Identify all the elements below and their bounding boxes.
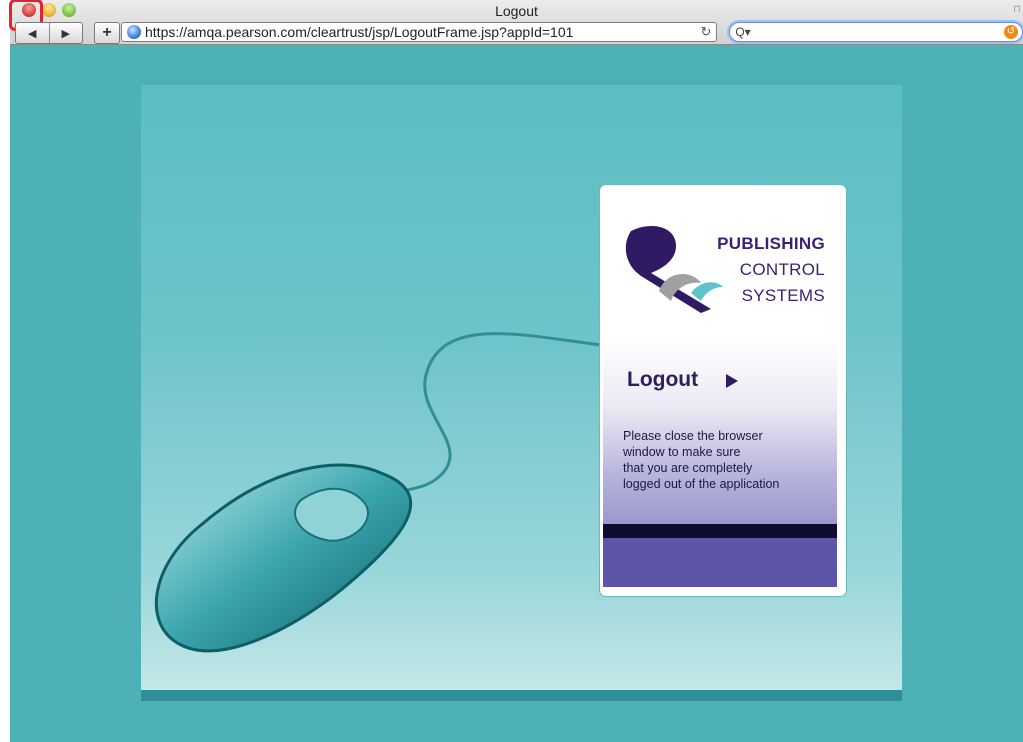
back-button[interactable]: ◀ bbox=[16, 23, 49, 43]
arrow-right-icon bbox=[726, 374, 738, 388]
logout-message: Please close the browser window to make … bbox=[623, 429, 780, 491]
logout-heading: Logout bbox=[627, 368, 699, 391]
address-bar[interactable]: https://amqa.pearson.com/cleartrust/jsp/… bbox=[121, 22, 717, 42]
url-text[interactable]: https://amqa.pearson.com/cleartrust/jsp/… bbox=[145, 24, 696, 40]
splash-panel: PUBLISHING CONTROL SYSTEMS Logout Please… bbox=[141, 85, 902, 690]
page-content: PUBLISHING CONTROL SYSTEMS Logout Please… bbox=[10, 45, 1023, 742]
snapback-icon[interactable]: ↺ bbox=[1004, 25, 1018, 39]
panel-bottom-edge bbox=[141, 690, 902, 701]
search-field[interactable]: Q▾ ↺ bbox=[729, 22, 1023, 42]
card-background: PUBLISHING CONTROL SYSTEMS Logout Please… bbox=[603, 188, 837, 587]
globe-icon bbox=[127, 25, 141, 39]
reload-icon[interactable]: ↻ bbox=[696, 24, 716, 40]
add-bookmark-button[interactable]: + bbox=[94, 22, 120, 44]
search-input[interactable] bbox=[756, 24, 1004, 40]
card-dark-band bbox=[603, 524, 837, 538]
logo-line-3: SYSTEMS bbox=[741, 286, 825, 305]
search-icon[interactable]: Q▾ bbox=[730, 25, 756, 39]
logo-line-2: CONTROL bbox=[739, 260, 825, 279]
back-forward-group: ◀ ▶ bbox=[15, 22, 83, 44]
lock-icon: ⊓ bbox=[1013, 4, 1021, 15]
browser-window: Logout ⊓ ◀ ▶ + https://amqa.pearson.com/… bbox=[9, 0, 1023, 742]
forward-button[interactable]: ▶ bbox=[48, 23, 83, 43]
logout-card: PUBLISHING CONTROL SYSTEMS Logout Please… bbox=[600, 185, 846, 596]
card-purple-band bbox=[603, 538, 837, 587]
window-title: Logout bbox=[495, 3, 538, 19]
logo-line-1: PUBLISHING bbox=[717, 234, 825, 253]
title-bar: Logout ⊓ ◀ ▶ + https://amqa.pearson.com/… bbox=[9, 0, 1023, 45]
